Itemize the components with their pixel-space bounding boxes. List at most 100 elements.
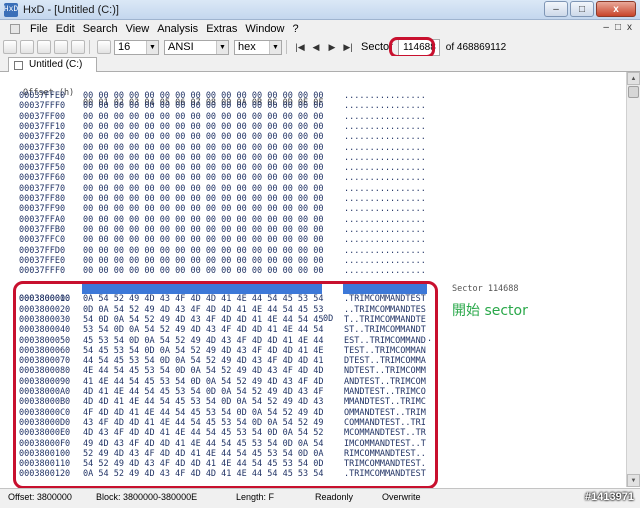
bytes-per-row-select[interactable]: 16 ▼ [114, 39, 159, 55]
row-hex-bytes[interactable]: 00 00 00 00 00 00 00 00 00 00 00 00 00 0… [83, 143, 339, 153]
ram-icon[interactable] [71, 40, 85, 54]
menu-analysis[interactable]: Analysis [153, 23, 202, 35]
row-ascii[interactable]: ................ [344, 91, 444, 101]
menu-extras[interactable]: Extras [202, 23, 241, 35]
menu-window[interactable]: Window [241, 23, 288, 35]
row-hex-bytes[interactable]: 00 00 00 00 00 00 00 00 00 00 00 00 00 0… [83, 204, 339, 214]
row-ascii[interactable]: ................ [344, 143, 444, 153]
row-ascii[interactable]: .TRIMCOMMANDTEST [344, 294, 444, 304]
open-file-icon[interactable] [20, 40, 34, 54]
row-ascii[interactable]: ................ [344, 246, 444, 256]
hex-row-selected[interactable]: 0003800000 54 52 49 4D 43 4F 4D 4D 41 4E… [0, 284, 432, 344]
row-hex-bytes[interactable]: 00 00 00 00 00 00 00 00 00 00 00 00 00 0… [83, 112, 339, 122]
sector-input[interactable]: 114688 [397, 38, 440, 56]
row-hex-bytes[interactable]: 00 00 00 00 00 00 00 00 00 00 00 00 00 0… [83, 256, 339, 266]
row-hex-bytes[interactable]: 00 00 00 00 00 00 00 00 00 00 00 00 00 0… [83, 215, 339, 225]
scroll-down-icon[interactable]: ▼ [627, 474, 640, 487]
last-sector-icon[interactable]: ▶| [341, 40, 355, 54]
row-hex-bytes[interactable]: 00 00 00 00 00 00 00 00 00 00 00 00 00 0… [83, 194, 339, 204]
row-ascii[interactable]: COMMANDTEST..TRI [344, 418, 444, 428]
next-sector-icon[interactable]: ▶ [325, 40, 339, 54]
row-ascii[interactable]: NDTEST..TRIMCOMM [344, 366, 444, 376]
hex-editor-view[interactable]: Offset (h) 00 01 02 03 04 05 06 07 08 09… [0, 72, 626, 487]
first-sector-icon[interactable]: |◀ [293, 40, 307, 54]
row-ascii[interactable]: ................ [344, 132, 444, 142]
new-file-icon[interactable] [3, 40, 17, 54]
row-ascii[interactable]: ................ [344, 101, 444, 111]
doc-minimize-button[interactable]: – [603, 22, 609, 33]
row-hex-bytes[interactable]: 45 53 54 0D 0A 54 52 49 4D 43 4F 4D 4D 4… [83, 336, 339, 346]
row-hex-bytes[interactable]: 00 00 00 00 00 00 00 00 00 00 00 00 00 0… [83, 266, 339, 276]
row-hex-bytes[interactable]: 00 00 00 00 00 00 00 00 00 00 00 00 00 0… [83, 225, 339, 235]
previous-sector-icon[interactable]: ◀ [309, 40, 323, 54]
row-hex-bytes[interactable]: 54 45 53 54 0D 0A 54 52 49 4D 43 4F 4D 4… [83, 346, 339, 356]
row-ascii[interactable]: ................ [344, 266, 444, 276]
row-ascii[interactable]: ................ [344, 194, 444, 204]
row-ascii[interactable]: ................ [344, 122, 444, 132]
row-hex-bytes[interactable]: 4D 43 4F 4D 4D 41 4E 44 54 45 53 54 0D 0… [83, 428, 339, 438]
charset-select[interactable]: ANSI ▼ [164, 39, 229, 55]
row-hex-bytes[interactable]: 00 00 00 00 00 00 00 00 00 00 00 00 00 0… [83, 101, 339, 111]
row-hex-bytes[interactable]: 00 00 00 00 00 00 00 00 00 00 00 00 00 0… [83, 163, 339, 173]
row-hex-bytes[interactable]: 4E 44 54 45 53 54 0D 0A 54 52 49 4D 43 4… [83, 366, 339, 376]
row-ascii[interactable]: MANDTEST..TRIMCO [344, 387, 444, 397]
row-ascii[interactable]: ANDTEST..TRIMCOM [344, 377, 444, 387]
save-icon[interactable] [37, 40, 51, 54]
row-hex-bytes[interactable]: 00 00 00 00 00 00 00 00 00 00 00 00 00 0… [83, 235, 339, 245]
row-hex-bytes[interactable]: 0A 54 52 49 4D 43 4F 4D 4D 41 4E 44 54 4… [83, 294, 339, 304]
row-ascii[interactable]: MCOMMANDTEST..TR [344, 428, 444, 438]
row-hex-bytes[interactable]: 00 00 00 00 00 00 00 00 00 00 00 00 00 0… [83, 246, 339, 256]
maximize-button[interactable]: □ [570, 1, 594, 17]
row-ascii[interactable]: ................ [344, 215, 444, 225]
row-hex-bytes[interactable]: 44 54 45 53 54 0D 0A 54 52 49 4D 43 4F 4… [83, 356, 339, 366]
menu-file[interactable]: File [26, 23, 52, 35]
row-hex-bytes[interactable]: 00 00 00 00 00 00 00 00 00 00 00 00 00 0… [83, 132, 339, 142]
row-ascii[interactable]: ................ [344, 204, 444, 214]
row-hex-bytes[interactable]: 4F 4D 4D 41 4E 44 54 45 53 54 0D 0A 54 5… [83, 408, 339, 418]
row-hex-bytes[interactable]: 4D 4D 41 4E 44 54 45 53 54 0D 0A 54 52 4… [83, 397, 339, 407]
row-hex-bytes[interactable]: 54 0D 0A 54 52 49 4D 43 4F 4D 4D 41 4E 4… [83, 315, 339, 325]
row-ascii[interactable]: ................ [344, 153, 444, 163]
minimize-button[interactable]: – [544, 1, 568, 17]
row-hex-bytes[interactable]: 00 00 00 00 00 00 00 00 00 00 00 00 00 0… [83, 184, 339, 194]
row-ascii[interactable]: ................ [344, 184, 444, 194]
row-ascii[interactable]: ................ [344, 235, 444, 245]
row-ascii[interactable]: RIMCOMMANDTEST.. [344, 449, 444, 459]
scroll-thumb[interactable] [628, 86, 639, 98]
menu-view[interactable]: View [122, 23, 154, 35]
row-ascii[interactable]: OMMANDTEST..TRIM [344, 408, 444, 418]
doc-restore-button[interactable]: □ [615, 22, 621, 33]
row-ascii[interactable]: ................ [344, 163, 444, 173]
tab-untitled-c[interactable]: Untitled (C:) [8, 57, 98, 72]
menu-edit[interactable]: Edit [52, 23, 79, 35]
vertical-scrollbar[interactable]: ▲ ▼ [626, 72, 640, 487]
row-ascii[interactable]: T..TRIMCOMMANDTE [344, 315, 444, 325]
row-ascii[interactable]: ................ [344, 256, 444, 266]
row-hex-bytes[interactable]: 49 4D 43 4F 4D 4D 41 4E 44 54 45 53 54 0… [83, 439, 339, 449]
row-hex-bytes[interactable]: 00 00 00 00 00 00 00 00 00 00 00 00 00 0… [83, 173, 339, 183]
row-hex-bytes[interactable]: 54 52 49 4D 43 4F 4D 4D 41 4E 44 54 45 5… [83, 459, 339, 469]
row-ascii[interactable]: .TRIMCOMMANDTEST [344, 469, 444, 479]
row-hex-bytes[interactable]: 00 00 00 00 00 00 00 00 00 00 00 00 00 0… [83, 122, 339, 132]
scroll-up-icon[interactable]: ▲ [627, 72, 640, 85]
display-mode-select[interactable]: hex ▼ [234, 39, 282, 55]
close-button[interactable]: x [596, 1, 636, 17]
row-hex-bytes[interactable]: 53 54 0D 0A 54 52 49 4D 43 4F 4D 4D 41 4… [83, 325, 339, 335]
row-ascii[interactable]: ST..TRIMCOMMANDT [344, 325, 444, 335]
row-hex-bytes[interactable]: 00 00 00 00 00 00 00 00 00 00 00 00 00 0… [83, 91, 339, 101]
row-hex-bytes[interactable]: 0A 54 52 49 4D 43 4F 4D 4D 41 4E 44 54 4… [83, 469, 339, 479]
columns-icon[interactable] [97, 40, 111, 54]
menu-help[interactable]: ? [289, 23, 303, 35]
row-ascii[interactable]: IMCOMMANDTEST..T [344, 439, 444, 449]
row-ascii[interactable]: TRIMCOMMANDTEST. [344, 459, 444, 469]
doc-close-button[interactable]: x [627, 22, 632, 33]
row-hex-bytes[interactable]: 0D 0A 54 52 49 4D 43 4F 4D 4D 41 4E 44 5… [83, 305, 339, 315]
row-ascii[interactable]: EST..TRIMCOMMAND [344, 336, 444, 346]
row-ascii[interactable]: ..TRIMCOMMANDTES [344, 305, 444, 315]
document-icon[interactable] [10, 24, 20, 34]
row-hex-bytes[interactable]: 00 00 00 00 00 00 00 00 00 00 00 00 00 0… [83, 153, 339, 163]
disk-icon[interactable] [54, 40, 68, 54]
row-ascii[interactable]: DTEST..TRIMCOMMA [344, 356, 444, 366]
row-ascii[interactable]: ................ [344, 225, 444, 235]
row-ascii[interactable]: ................ [344, 112, 444, 122]
